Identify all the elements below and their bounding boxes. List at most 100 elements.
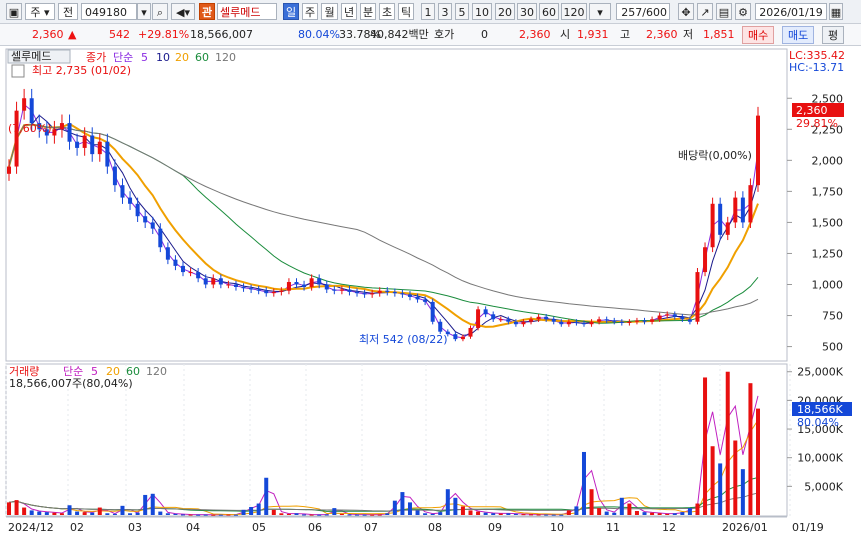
volume-bar [271,509,276,515]
candle-body [97,141,102,155]
candle-body [90,135,95,155]
candle-body [29,98,34,124]
interval-dropdown[interactable]: ▾ [589,3,611,20]
candle-body [400,293,405,295]
volume-bar [339,513,344,515]
crosshair-icon[interactable]: ✥ [678,3,694,20]
candle-body [370,293,375,295]
panel-settings-icon[interactable] [11,64,25,78]
volume-bar [453,497,458,515]
buy-button[interactable]: 매수 [742,26,775,44]
volume-bar [82,512,87,515]
date-input[interactable]: 2026/01/19 [755,3,827,20]
volume-bar [211,514,216,516]
quote-amount: 40,842백만 [370,28,429,41]
volume-bar [703,377,708,515]
eval-button[interactable]: 평 [822,26,845,44]
period-tick[interactable]: 틱 [398,3,414,20]
volume-bar [506,513,511,515]
chart-type-icon[interactable]: ▣ [6,3,22,20]
sell-button[interactable]: 매도 [782,26,815,44]
market-select[interactable]: 주 ▾ [25,3,55,20]
volume-bar [544,514,549,516]
legend-ma-10: 10 [156,51,170,64]
price-panel [5,48,788,362]
minute-120[interactable]: 120 [561,3,587,20]
line-tool-icon[interactable]: ↗ [697,3,713,20]
candle-body [75,141,80,148]
volume-bar [347,514,352,516]
candle-body [597,319,602,322]
volume-bar [476,511,481,515]
x-tick-label: 2026/01 [722,521,768,534]
x-tick-label: 03 [128,521,142,534]
minute-1[interactable]: 1 [421,3,435,20]
volume-bar [286,513,291,515]
calendar-icon[interactable]: ▦ [829,3,843,20]
period-week[interactable]: 주 [302,3,318,20]
minute-60[interactable]: 60 [539,3,559,20]
x-tick-label: 06 [308,521,322,534]
x-tick-label: 09 [488,521,502,534]
candle-body [725,222,730,235]
volume-bar [158,511,163,515]
volume-bar [59,513,64,515]
x-tick-label: 2024/12 [8,521,54,534]
volume-bar [498,513,503,515]
quote-volume: 18,566,007 [190,28,253,41]
code-input[interactable]: 049180 [81,3,137,20]
volume-bar [233,514,238,516]
minute-5[interactable]: 5 [455,3,469,20]
settings-icon[interactable]: ⚙ [735,3,751,20]
minute-10[interactable]: 10 [472,3,492,20]
candle-body [143,216,148,223]
search-icon[interactable]: ⌕ [152,3,168,20]
candle-body [286,282,291,291]
minute-3[interactable]: 3 [438,3,452,20]
volume-bar [604,511,609,515]
code-dropdown-icon[interactable]: ▾ [137,3,151,20]
candle-body [332,289,337,291]
candle-body [377,290,382,294]
candle-body [483,309,488,315]
count-total: /600 [642,6,667,19]
volume-bar [377,514,382,516]
price-tick-label: 1,500 [812,216,844,229]
candle-body [634,320,639,322]
volume-bar [400,492,405,515]
watch-badge[interactable]: 관 [199,3,215,20]
volume-note: 18,566,007주(80,04%) [9,377,133,390]
candle-body [112,166,117,186]
candle-body [105,141,110,167]
candle-body [165,247,170,260]
save-icon[interactable]: ▤ [716,3,732,20]
candle-body [718,203,723,235]
candle-body [324,284,329,290]
period-second[interactable]: 초 [379,3,395,20]
volume-bar [196,514,201,516]
type-button[interactable]: 전 [58,3,78,20]
count-input[interactable]: 257/600 [616,3,670,20]
minute-20[interactable]: 20 [495,3,515,20]
volume-bar [150,493,155,515]
candle-body [544,316,549,320]
price-tick-label: 500 [822,341,843,354]
volume-bar [392,500,397,515]
quote-high: 2,360 [646,28,678,41]
low-note: 최저 542 (08/22) [359,333,448,346]
period-month[interactable]: 월 [321,3,338,20]
candle-body [309,278,314,287]
minute-30[interactable]: 30 [517,3,537,20]
candle-body [355,291,360,294]
open-label: 시 [560,28,571,41]
period-year[interactable]: 년 [341,3,357,20]
volume-bar [52,512,57,515]
stock-chart[interactable]: 5007501,0001,2501,5001,7502,0002,2502,50… [0,46,861,539]
period-minute[interactable]: 분 [360,3,376,20]
candle-body [385,290,390,292]
speaker-icon[interactable]: ◀▾ [171,3,195,20]
legend-ma-type: 단순 [113,51,133,64]
period-day[interactable]: 일 [283,3,299,20]
candle-body [392,291,397,294]
volume-bar [249,506,254,515]
